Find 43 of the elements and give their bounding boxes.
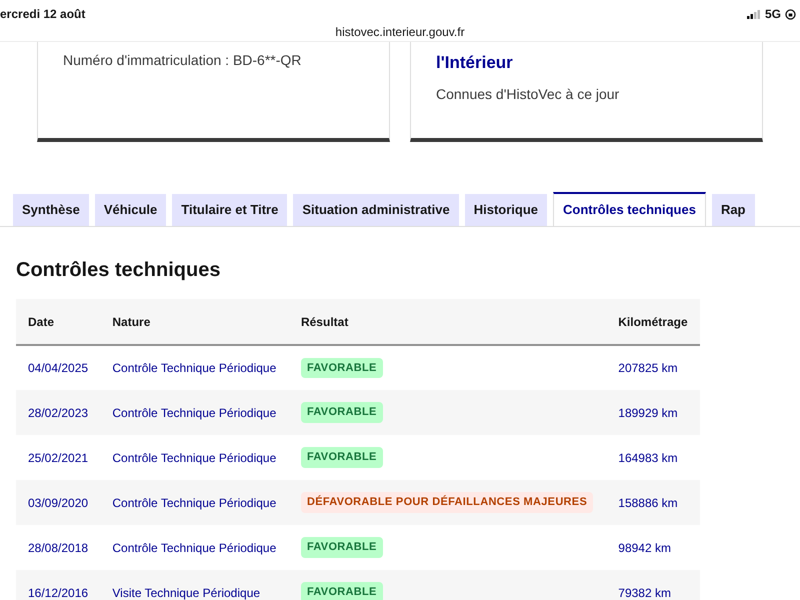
mileage-text: 79382 km [618,586,671,600]
column-header: Résultat [288,299,606,345]
result-tag: FAVORABLE [300,537,383,558]
tab[interactable]: Synthèse [13,194,89,226]
card-text: Numéro d'immatriculation : BD-6**-QR [63,51,302,70]
status-date: ercredi 12 août [0,6,86,23]
nature-text: Contrôle Technique Périodique [112,361,276,375]
tab[interactable]: Contrôles techniques [553,192,706,226]
date-text: 03/09/2020 [28,496,88,510]
card-title: l'Intérieur [436,52,514,74]
tab[interactable]: Historique [464,194,548,226]
column-header: Nature [100,299,289,345]
card-text: Connues d'HistoVec à ce jour [436,84,620,104]
mileage-text: 189929 km [618,406,678,420]
mileage-text: 158886 km [618,496,678,510]
nature-text: Visite Technique Périodique [112,586,260,600]
result-tag: FAVORABLE [300,402,383,423]
tab[interactable]: Titulaire et Titre [172,194,288,226]
mileage-text: 207825 km [618,361,678,375]
date-text: 04/04/2025 [28,361,88,375]
result-tag: FAVORABLE [300,447,383,468]
tab[interactable]: Véhicule [94,194,166,226]
tab[interactable]: Rap [712,194,754,226]
tab[interactable]: Situation administrative [293,194,459,226]
date-text: 16/12/2016 [28,586,88,600]
date-text: 28/08/2018 [28,540,88,554]
date-text: 28/02/2023 [28,406,88,420]
network-label: 5G [764,6,781,23]
section-title: Contrôles techniques [16,258,222,283]
nature-text: Contrôle Technique Périodique [112,496,276,510]
nature-text: Contrôle Technique Périodique [112,406,276,420]
nature-text: Contrôle Technique Périodique [112,540,276,554]
result-tag: DÉFAVORABLE POUR DÉFAILLANCES MAJEURES [300,492,594,513]
url-text: histovec.interieur.gouv.fr [335,24,465,41]
result-tag: FAVORABLE [300,582,383,600]
result-tag: FAVORABLE [300,358,383,378]
date-text: 25/02/2021 [28,450,88,464]
column-header: Date [16,299,100,345]
mileage-text: 164983 km [618,450,678,464]
mileage-text: 98942 km [618,540,671,554]
column-header: Kilométrage [606,299,700,345]
signal-icon [746,10,761,18]
nature-text: Contrôle Technique Périodique [112,450,276,464]
